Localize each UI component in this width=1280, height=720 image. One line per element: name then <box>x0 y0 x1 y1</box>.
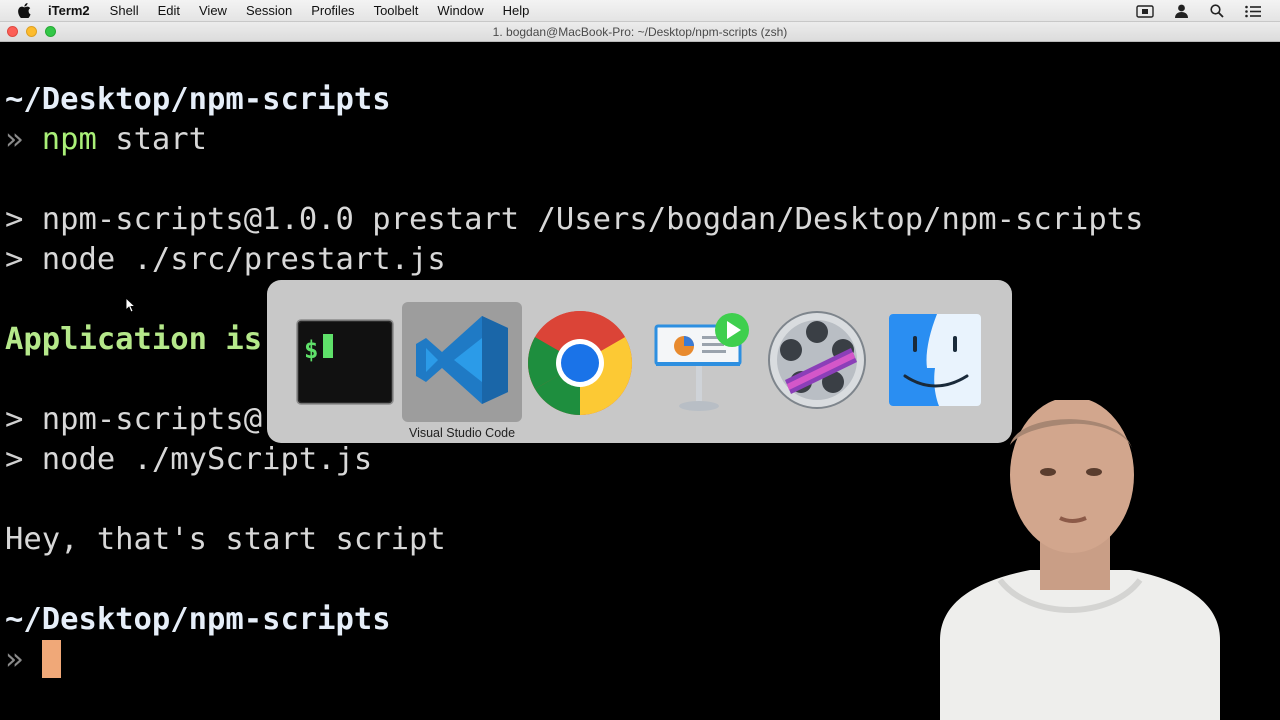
menu-shell[interactable]: Shell <box>110 3 139 18</box>
prompt-symbol: » <box>5 122 24 157</box>
screen-record-icon[interactable] <box>1136 4 1154 18</box>
prestart-node-line: node ./src/prestart.js <box>23 242 446 277</box>
prompt-line: ~/Desktop/npm-scripts <box>5 600 391 640</box>
svg-text:$: $ <box>304 336 318 364</box>
menu-profiles[interactable]: Profiles <box>311 3 354 18</box>
menu-toolbelt[interactable]: Toolbelt <box>374 3 419 18</box>
app-switcher-item-final-cut-pro[interactable] <box>757 302 877 422</box>
output-line: > node ./myScript.js <box>5 440 372 480</box>
screen: iTerm2 Shell Edit View Session Profiles … <box>0 0 1280 720</box>
output-line: > npm-scripts@1.0.0 prestart /Users/bogd… <box>5 200 1144 240</box>
prompt-path: ~/Desktop/npm-scripts <box>5 602 391 637</box>
keynote-icon <box>654 313 749 411</box>
presenter-webcam-image <box>940 400 1220 720</box>
app-switcher-item-vscode[interactable] <box>402 302 522 422</box>
text-cursor <box>41 640 61 678</box>
final-cut-pro-icon <box>768 311 866 409</box>
output-marker: > <box>5 402 24 437</box>
command-args: start <box>96 122 208 157</box>
application-status-text: Application is <box>5 322 263 357</box>
output-line: > node ./src/prestart.js <box>5 240 446 280</box>
window-title-bar: 1. bogdan@MacBook-Pro: ~/Desktop/npm-scr… <box>0 22 1280 42</box>
output-marker: > <box>5 442 24 477</box>
app-switcher-item-iterm2[interactable]: $ <box>285 302 405 422</box>
script-output-text: Hey, that's start script <box>5 522 446 557</box>
apple-menu-icon[interactable] <box>18 3 31 18</box>
mouse-pointer-icon <box>125 297 137 313</box>
notification-center-icon[interactable] <box>1244 4 1262 18</box>
input-line: » <box>5 640 61 680</box>
prompt-symbol: » <box>5 642 24 677</box>
prompt-path: ~/Desktop/npm-scripts <box>5 82 391 117</box>
menu-edit[interactable]: Edit <box>158 3 180 18</box>
command-line: » npm start <box>5 120 207 160</box>
output-marker: > <box>5 202 24 237</box>
menu-help[interactable]: Help <box>503 3 530 18</box>
visual-studio-code-icon <box>416 316 508 404</box>
spotlight-search-icon[interactable] <box>1208 4 1226 18</box>
output-line: Application is <box>5 320 262 360</box>
menu-bar: iTerm2 Shell Edit View Session Profiles … <box>0 0 1280 22</box>
start-node-line: node ./myScript.js <box>23 442 373 477</box>
prestart-script-line: npm-scripts@1.0.0 prestart /Users/bogdan… <box>23 202 1144 237</box>
output-line: > npm-scripts@ <box>5 400 262 440</box>
menu-session[interactable]: Session <box>246 3 292 18</box>
window-title: 1. bogdan@MacBook-Pro: ~/Desktop/npm-scr… <box>492 25 788 39</box>
app-switcher-item-chrome[interactable] <box>520 302 640 422</box>
app-switcher-item-keynote[interactable] <box>639 302 759 422</box>
google-chrome-icon <box>528 311 632 415</box>
menu-view[interactable]: View <box>199 3 227 18</box>
prompt-line: ~/Desktop/npm-scripts <box>5 80 391 120</box>
finder-icon <box>889 314 981 406</box>
user-icon[interactable] <box>1172 4 1190 18</box>
menu-app-name[interactable]: iTerm2 <box>48 3 90 18</box>
iterm2-icon: $ <box>296 319 394 405</box>
start-script-line-left: npm-scripts@ <box>23 402 263 437</box>
selected-app-label: Visual Studio Code <box>408 426 516 440</box>
menu-window[interactable]: Window <box>437 3 483 18</box>
command-name: npm <box>41 122 97 157</box>
menubar-status-area <box>1136 0 1262 22</box>
output-marker: > <box>5 242 24 277</box>
output-line: Hey, that's start script <box>5 520 446 560</box>
